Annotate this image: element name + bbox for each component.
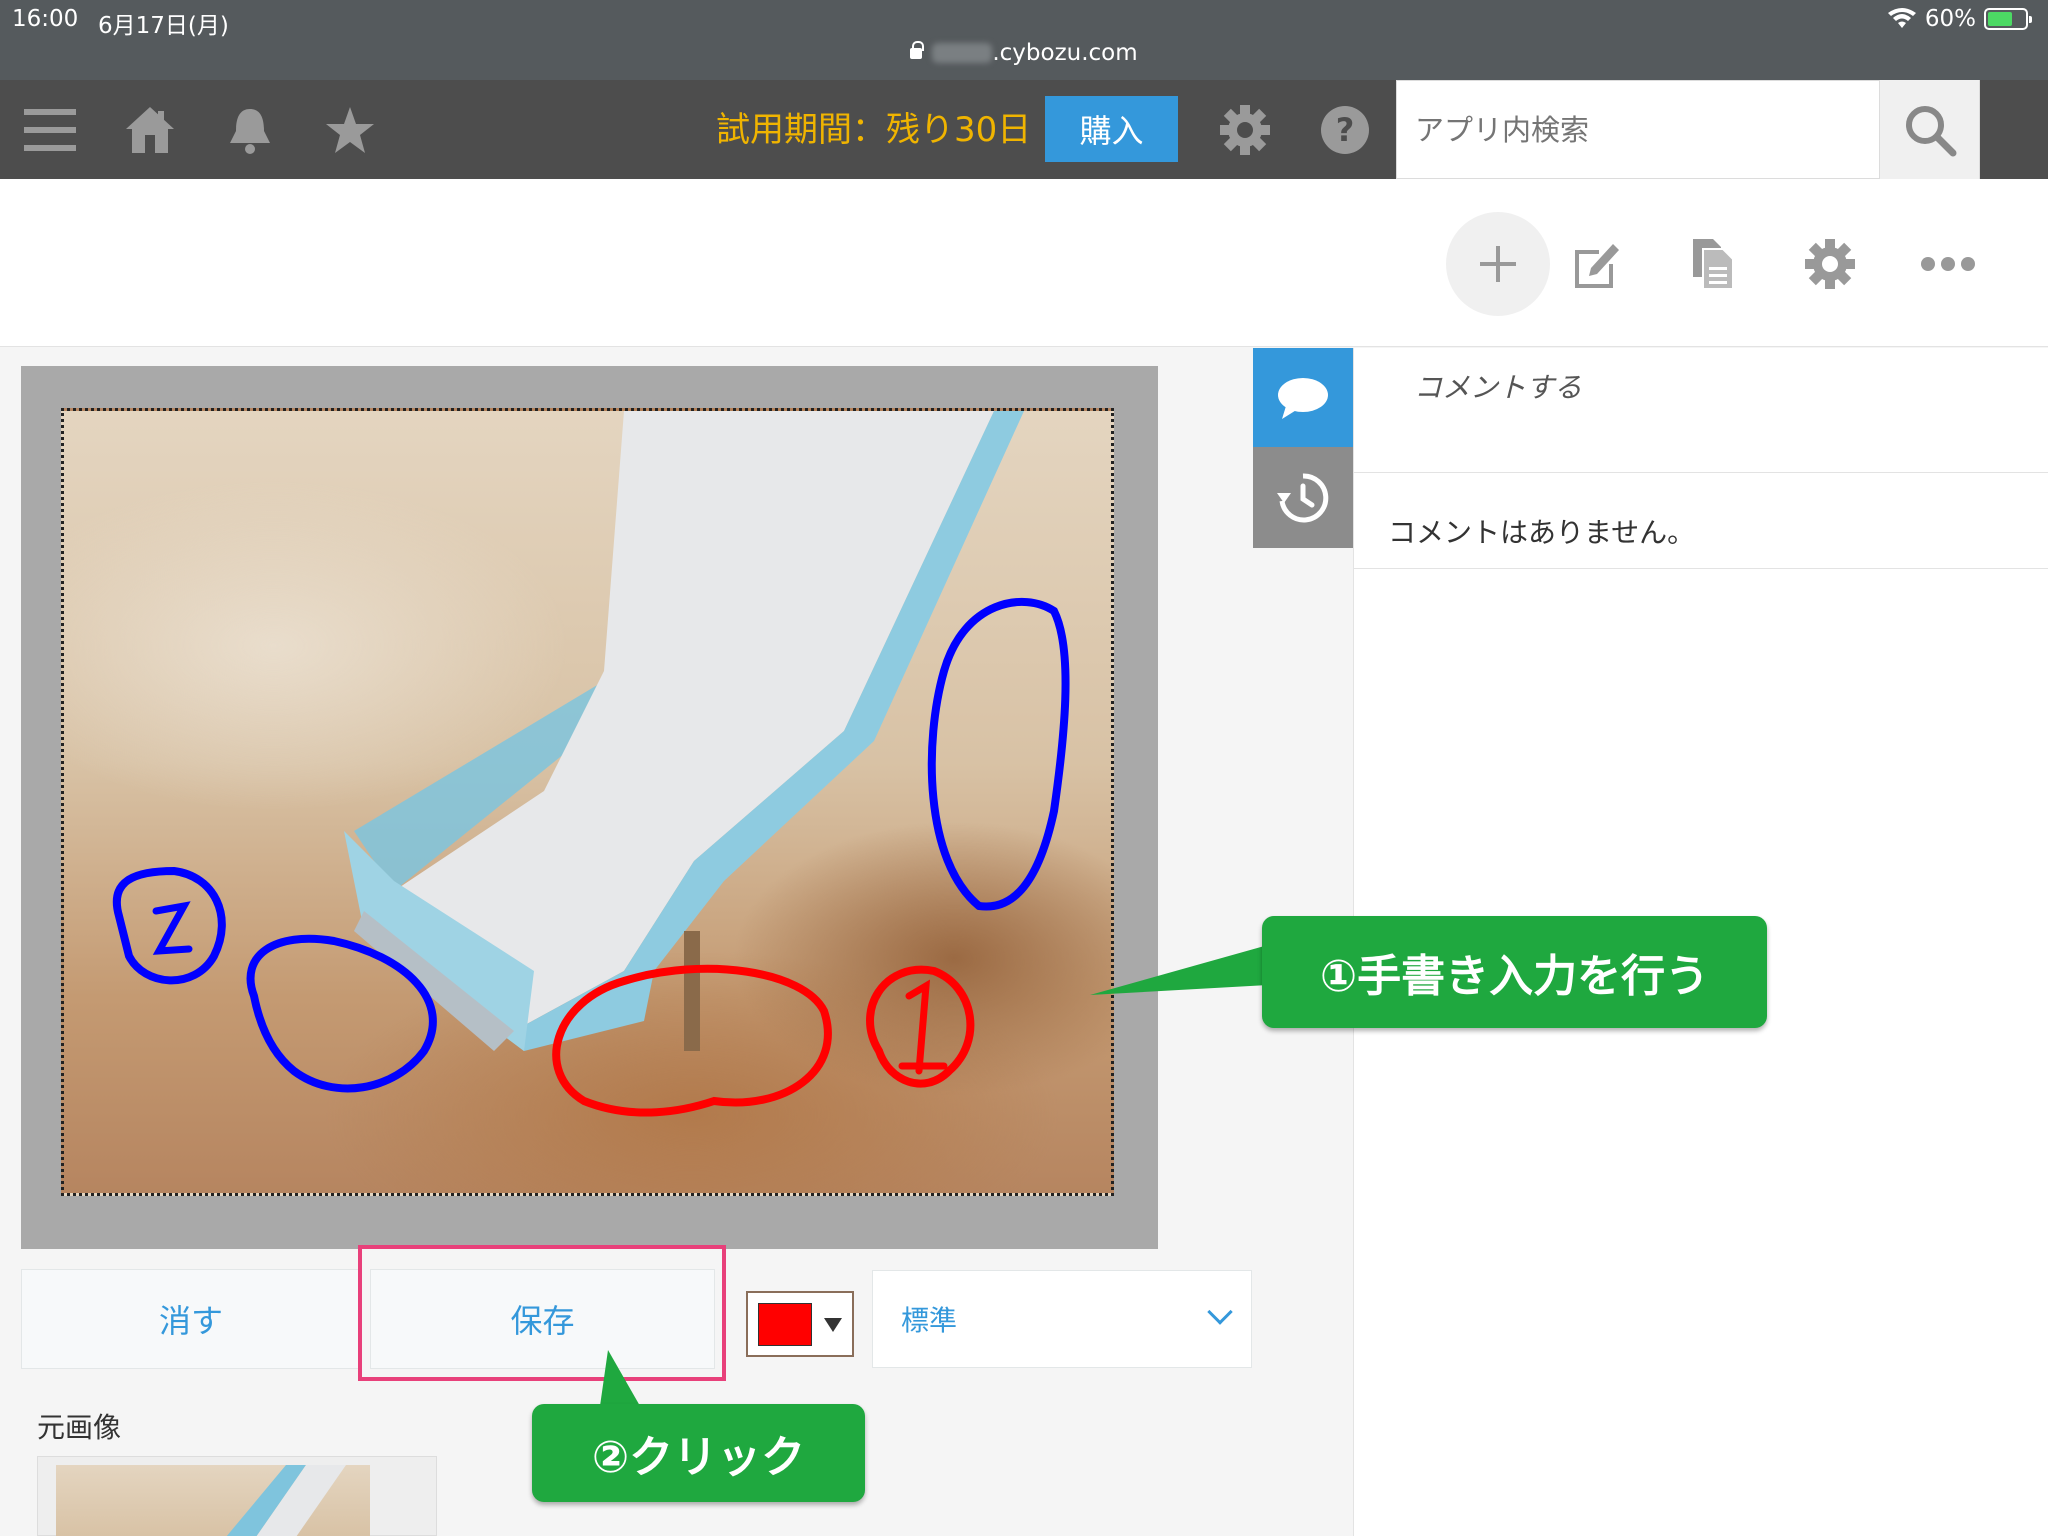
- status-indicators: 60%: [1887, 6, 2032, 32]
- color-swatch: [758, 1303, 812, 1346]
- pen-width-select[interactable]: 標準: [872, 1270, 1252, 1368]
- status-bar: 16:00 6月17日(月) .cybozu.com 60%: [0, 0, 2048, 80]
- search-input[interactable]: [1397, 81, 1881, 178]
- copy-icon: [1693, 239, 1734, 290]
- status-date: 6月17日(月): [98, 13, 229, 39]
- plus-icon: [1480, 246, 1516, 282]
- callout-step2: ②クリック: [532, 1404, 865, 1502]
- search-button[interactable]: [1880, 80, 1980, 179]
- history-icon: [1277, 472, 1329, 522]
- edit-icon: [1575, 244, 1619, 288]
- chevron-down-icon: [1207, 1299, 1233, 1325]
- battery-icon: [1984, 8, 2032, 30]
- gear-icon: [1805, 239, 1855, 289]
- record-toolbar: [0, 179, 2048, 347]
- add-record-button[interactable]: [1446, 212, 1550, 316]
- comment-input[interactable]: コメントする: [1354, 348, 2048, 473]
- wifi-icon: [1887, 8, 1916, 28]
- status-time: 16:00: [12, 6, 79, 32]
- gear-icon[interactable]: [1215, 80, 1275, 179]
- buy-button[interactable]: 購入: [1045, 96, 1178, 162]
- original-image-thumbnail[interactable]: [56, 1465, 370, 1536]
- app-search: [1396, 80, 1881, 179]
- more-options-button[interactable]: [1913, 229, 1983, 299]
- record-settings-button[interactable]: [1795, 229, 1865, 299]
- svg-text:?: ?: [1336, 111, 1355, 149]
- help-icon[interactable]: ?: [1315, 80, 1375, 179]
- no-comments-message: コメントはありません。: [1388, 516, 1696, 549]
- star-icon[interactable]: [320, 80, 380, 179]
- search-icon: [1905, 105, 1956, 156]
- battery-percent: 60%: [1924, 6, 1976, 32]
- address-bar[interactable]: .cybozu.com: [0, 40, 2048, 66]
- more-icon: [1921, 257, 1975, 271]
- dropdown-arrow-icon: [824, 1318, 842, 1332]
- edit-record-button[interactable]: [1560, 229, 1630, 299]
- pen-width-value: 標準: [901, 1304, 958, 1337]
- original-image-label: 元画像: [37, 1411, 122, 1444]
- pen-color-picker[interactable]: [746, 1291, 854, 1357]
- lock-icon: [910, 41, 925, 59]
- save-highlight-box: [358, 1245, 726, 1381]
- bell-icon[interactable]: [220, 80, 280, 179]
- erase-button[interactable]: 消す: [21, 1269, 361, 1369]
- callout-step1: ①手書き入力を行う: [1262, 916, 1767, 1028]
- drawing-canvas[interactable]: [61, 408, 1114, 1196]
- url-domain: .cybozu.com: [992, 40, 1138, 66]
- comment-placeholder: コメントする: [1414, 371, 1583, 404]
- duplicate-record-button[interactable]: [1678, 229, 1748, 299]
- drawing-area: [21, 366, 1158, 1249]
- comment-icon: [1278, 377, 1328, 419]
- comments-tab[interactable]: [1253, 348, 1353, 447]
- original-image-box: [37, 1456, 437, 1536]
- menu-icon[interactable]: [20, 80, 80, 179]
- comment-list: コメントはありません。: [1354, 473, 2048, 569]
- history-tab[interactable]: [1253, 447, 1353, 548]
- slide-photo: [112, 411, 1070, 1117]
- home-icon[interactable]: [120, 80, 180, 179]
- blurred-subdomain: [932, 43, 993, 63]
- trial-period-text: 試用期間：残り30日: [716, 110, 1032, 150]
- app-header: 試用期間：残り30日 購入 ?: [0, 80, 2048, 179]
